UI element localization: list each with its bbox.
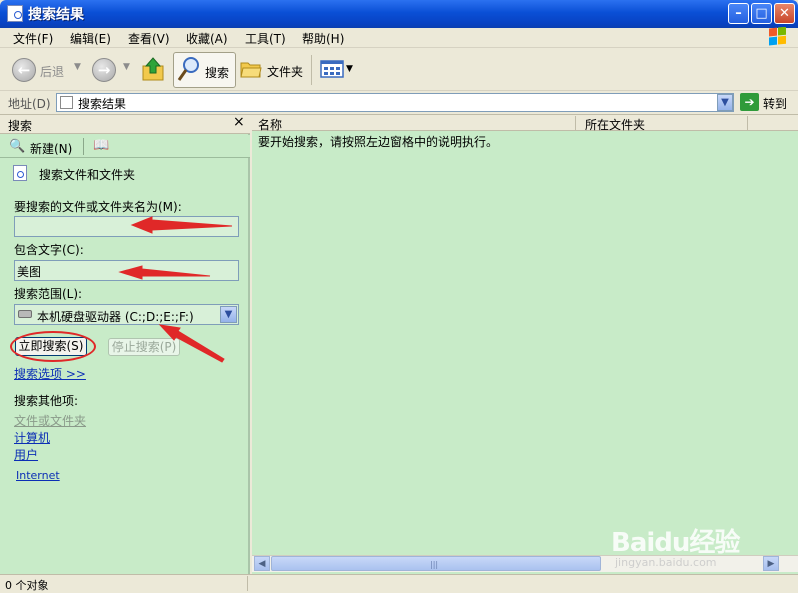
- column-divider[interactable]: [747, 116, 748, 130]
- text-field-label: 包含文字(C):: [14, 243, 84, 257]
- other-computers-link[interactable]: 计算机: [14, 429, 50, 446]
- name-field-label: 要搜索的文件或文件夹名为(M):: [14, 200, 182, 214]
- baidu-watermark-logo: Baidu经验: [611, 528, 740, 558]
- go-arrow-icon[interactable]: ➔: [740, 93, 759, 111]
- search-range-value: 本机硬盘驱动器 (C:;D:;E:;F:): [37, 310, 194, 324]
- toolbar: [0, 49, 798, 91]
- search-other-heading: 搜索其他项:: [14, 394, 79, 408]
- search-pane-title: 搜索: [8, 119, 33, 133]
- toolbar-separator: [311, 55, 312, 85]
- search-window-icon: [7, 5, 23, 22]
- menu-view[interactable]: 查看(V): [128, 30, 170, 47]
- forward-dropdown-icon[interactable]: ▼: [123, 62, 130, 72]
- back-button-label[interactable]: 后退: [40, 63, 64, 80]
- range-dropdown-icon[interactable]: ▼: [220, 306, 237, 323]
- search-button-label: 搜索: [205, 66, 230, 80]
- scroll-left-icon[interactable]: ◀: [254, 556, 270, 571]
- results-pane: [252, 115, 798, 574]
- baidu-watermark-url: jingyan.baidu.com: [615, 556, 717, 569]
- window-title: 搜索结果: [28, 7, 84, 23]
- search-page-icon: [60, 96, 73, 109]
- menu-file[interactable]: 文件(F): [13, 30, 53, 47]
- search-files-heading: 搜索文件和文件夹: [39, 168, 136, 182]
- menu-edit[interactable]: 编辑(E): [70, 30, 111, 47]
- magnifier-icon: [177, 57, 199, 81]
- search-options-link[interactable]: 搜索选项 >>: [14, 365, 86, 382]
- up-folder-icon[interactable]: [141, 56, 165, 82]
- back-dropdown-icon[interactable]: ▼: [74, 62, 81, 72]
- pane-toolbar-separator: [83, 138, 84, 155]
- views-icon[interactable]: [320, 60, 344, 78]
- scroll-grip-icon: |||: [430, 560, 439, 569]
- menu-favorites[interactable]: 收藏(A): [186, 30, 228, 47]
- scroll-right-icon[interactable]: ▶: [763, 556, 779, 571]
- results-header: [252, 115, 798, 131]
- results-message: 要开始搜索，请按照左边窗格中的说明执行。: [258, 135, 499, 149]
- column-divider[interactable]: [575, 116, 576, 130]
- folders-button-label[interactable]: 文件夹: [267, 63, 303, 80]
- maximize-button[interactable]: □: [751, 3, 772, 24]
- search-pane-header: [0, 115, 250, 134]
- title-bar[interactable]: [0, 0, 798, 28]
- status-separator: [247, 576, 248, 591]
- close-button[interactable]: ✕: [774, 3, 795, 24]
- hard-drive-icon: [18, 310, 32, 318]
- range-field-label: 搜索范围(L):: [14, 287, 83, 301]
- status-object-count: 0 个对象: [5, 579, 49, 592]
- forward-arrow-icon[interactable]: →: [92, 58, 116, 82]
- folder-icon[interactable]: [240, 59, 262, 79]
- menu-bar: [0, 28, 798, 48]
- back-arrow-icon[interactable]: ←: [12, 58, 36, 82]
- column-header-folder[interactable]: 所在文件夹: [585, 116, 645, 133]
- address-dropdown-icon[interactable]: ▼: [717, 94, 733, 111]
- address-label: 地址(D): [8, 97, 51, 111]
- filename-input[interactable]: [14, 216, 239, 237]
- contains-text-value: 美图: [17, 265, 42, 279]
- windows-logo-icon: [769, 27, 786, 46]
- address-input[interactable]: [56, 93, 734, 112]
- search-files-icon: [13, 165, 27, 181]
- contains-text-input[interactable]: [14, 260, 239, 281]
- go-button[interactable]: 转到: [763, 95, 787, 112]
- minimize-button[interactable]: –: [728, 3, 749, 24]
- column-header-name[interactable]: 名称: [258, 116, 282, 133]
- other-users-link[interactable]: 用户: [14, 446, 38, 463]
- internet-link[interactable]: Internet: [16, 469, 60, 482]
- menu-tools[interactable]: 工具(T): [245, 30, 286, 47]
- close-pane-icon[interactable]: ×: [233, 114, 245, 130]
- address-value[interactable]: 搜索结果: [78, 95, 126, 112]
- views-dropdown-icon[interactable]: ▼: [346, 64, 353, 74]
- search-companion-icon[interactable]: 📖: [93, 138, 109, 153]
- new-search-button[interactable]: 新建(N): [30, 140, 72, 157]
- menu-help[interactable]: 帮助(H): [302, 30, 344, 47]
- annotation-circle: [10, 331, 96, 362]
- status-bar: [0, 574, 798, 593]
- new-search-icon[interactable]: 🔍: [9, 139, 25, 154]
- stop-search-button[interactable]: 停止搜索(P): [108, 338, 180, 356]
- other-files-folders-link[interactable]: 文件或文件夹: [14, 412, 86, 429]
